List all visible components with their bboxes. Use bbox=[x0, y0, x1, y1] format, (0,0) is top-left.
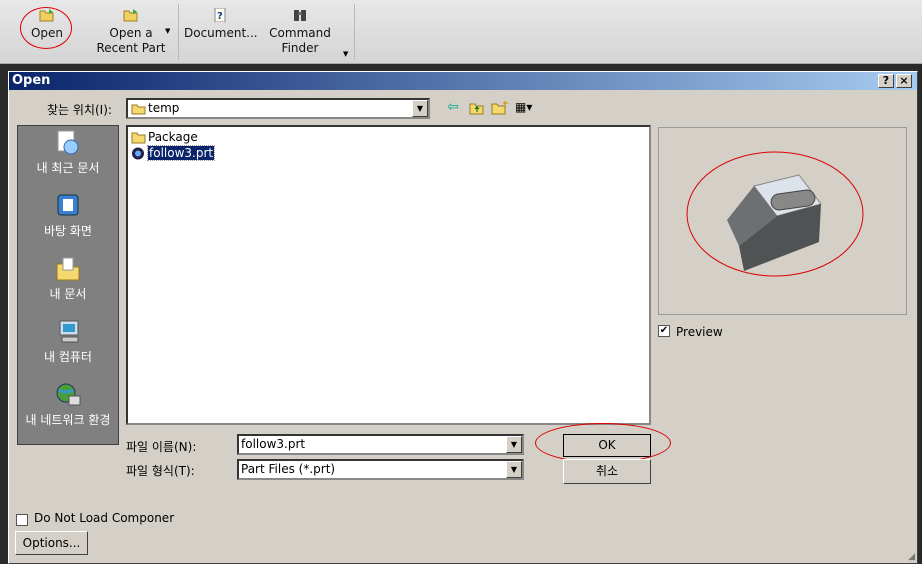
file-list[interactable]: Package follow3.prt bbox=[126, 125, 651, 425]
folder-icon bbox=[131, 104, 146, 115]
new-folder-icon[interactable] bbox=[491, 100, 509, 115]
network-icon bbox=[56, 383, 81, 406]
document-label: Document... bbox=[184, 26, 258, 40]
my-documents-icon bbox=[56, 257, 80, 281]
file-name: Package bbox=[148, 130, 198, 144]
finder-label-2: Finder bbox=[281, 41, 319, 55]
desktop-icon bbox=[57, 194, 79, 216]
file-item-part[interactable]: follow3.prt bbox=[130, 145, 216, 161]
place-label: 내 컴퓨터 bbox=[44, 350, 92, 364]
dropdown-arrow-icon[interactable]: ▼ bbox=[412, 100, 428, 117]
annotation-circle bbox=[20, 7, 72, 49]
help-document-icon: ? bbox=[214, 8, 226, 22]
place-desktop[interactable]: 바탕 화면 bbox=[18, 193, 118, 239]
folder-recent-icon bbox=[123, 9, 138, 22]
svg-text:?: ? bbox=[217, 11, 223, 22]
place-recent[interactable]: 내 최근 문서 bbox=[18, 130, 118, 176]
options-button[interactable]: Options... bbox=[15, 531, 88, 555]
filename-value: follow3.prt bbox=[241, 437, 306, 451]
filename-input[interactable]: follow3.prt ▼ bbox=[237, 434, 524, 455]
annotation-circle bbox=[535, 423, 671, 463]
place-network[interactable]: 내 네트워크 환경 bbox=[18, 382, 118, 428]
recent-dropdown-icon[interactable]: ▼ bbox=[165, 27, 170, 35]
binoculars-icon bbox=[294, 10, 306, 21]
place-documents[interactable]: 내 문서 bbox=[18, 256, 118, 302]
filetype-value: Part Files (*.prt) bbox=[241, 462, 336, 476]
place-label: 내 문서 bbox=[49, 287, 87, 301]
up-folder-icon[interactable] bbox=[469, 101, 485, 115]
no-load-label: Do Not Load Componer bbox=[34, 511, 175, 525]
view-menu-icon[interactable]: ▦▾ bbox=[515, 100, 532, 114]
dropdown-arrow-icon[interactable]: ▼ bbox=[506, 436, 522, 453]
dropdown-arrow-icon[interactable]: ▼ bbox=[506, 461, 522, 478]
finder-label-1: Command bbox=[269, 26, 331, 40]
recent-label-2: Recent Part bbox=[96, 41, 166, 55]
folder-icon bbox=[131, 132, 146, 144]
divider bbox=[178, 4, 179, 60]
filename-label: 파일 이름(N): bbox=[126, 440, 197, 454]
preview-pane bbox=[658, 127, 907, 315]
preview-label: Preview bbox=[676, 325, 723, 339]
help-button[interactable]: ? bbox=[878, 74, 894, 88]
divider bbox=[354, 4, 355, 60]
file-item-folder[interactable]: Package bbox=[130, 130, 198, 145]
open-dialog: Open ? × 찾는 위치(I): temp ▼ ⇦ ▦▾ 내 최근 문서 바… bbox=[8, 71, 918, 564]
close-button[interactable]: × bbox=[896, 74, 912, 88]
part-file-icon bbox=[132, 147, 144, 160]
filetype-label: 파일 형식(T): bbox=[126, 464, 195, 478]
place-computer[interactable]: 내 컴퓨터 bbox=[18, 319, 118, 365]
place-label: 바탕 화면 bbox=[44, 224, 92, 238]
dialog-title: Open bbox=[9, 72, 917, 90]
look-in-select[interactable]: temp ▼ bbox=[126, 98, 430, 119]
part-preview-image bbox=[686, 151, 864, 277]
file-name: follow3.prt bbox=[146, 145, 216, 161]
look-in-label: 찾는 위치(I): bbox=[47, 103, 112, 117]
recent-documents-icon bbox=[57, 130, 79, 155]
preview-checkbox[interactable]: ✔ bbox=[658, 325, 670, 337]
place-label: 내 네트워크 환경 bbox=[25, 413, 111, 427]
finder-dropdown-icon[interactable]: ▼ bbox=[343, 50, 348, 58]
document-button[interactable]: ? Document... bbox=[184, 8, 258, 41]
place-label: 내 최근 문서 bbox=[36, 161, 100, 175]
resize-grip-icon[interactable]: ◢ bbox=[908, 552, 915, 562]
filetype-select[interactable]: Part Files (*.prt) ▼ bbox=[237, 459, 524, 480]
places-bar: 내 최근 문서 바탕 화면 내 문서 내 컴퓨터 내 네트워크 환경 bbox=[17, 125, 119, 445]
computer-icon bbox=[59, 320, 79, 343]
ribbon: Open Open a Recent Part ▼ ? Document... C… bbox=[0, 0, 922, 64]
cancel-button[interactable]: 취소 bbox=[563, 459, 651, 484]
open-recent-button[interactable]: Open a Recent Part bbox=[92, 8, 170, 56]
no-load-checkbox[interactable] bbox=[16, 514, 28, 526]
recent-label-1: Open a bbox=[109, 26, 153, 40]
command-finder-button[interactable]: Command Finder bbox=[268, 8, 332, 56]
back-icon[interactable]: ⇦ bbox=[447, 99, 459, 115]
look-in-value: temp bbox=[148, 101, 180, 115]
